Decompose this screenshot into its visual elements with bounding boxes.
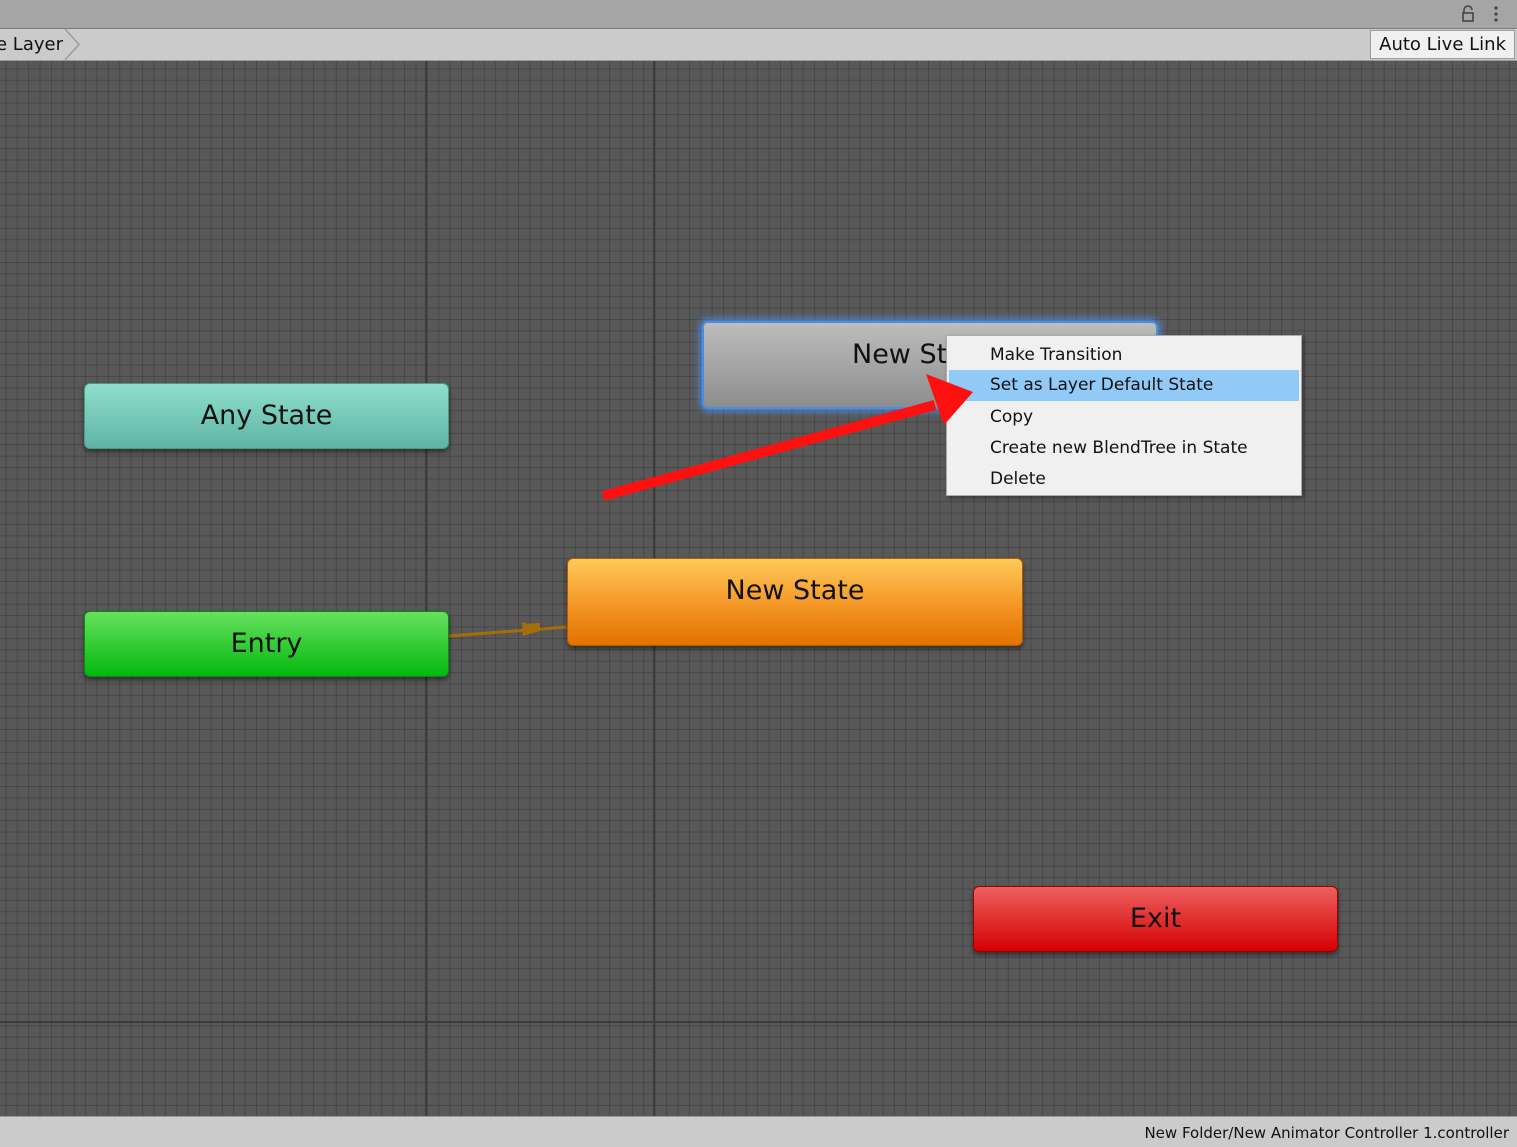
entry-node[interactable]: Entry: [84, 611, 449, 677]
state-context-menu: Make Transition Set as Layer Default Sta…: [946, 335, 1302, 496]
grid-major-line: [425, 61, 427, 1116]
grid-major-line: [0, 1021, 1517, 1023]
menu-item-make-transition[interactable]: Make Transition: [949, 340, 1299, 371]
exit-label: Exit: [1129, 903, 1182, 934]
breadcrumb-label: e Layer: [0, 34, 63, 55]
menu-item-create-blendtree[interactable]: Create new BlendTree in State: [949, 433, 1299, 464]
menu-item-delete[interactable]: Delete: [949, 464, 1299, 495]
animator-toolbar: e Layer Auto Live Link: [0, 29, 1517, 61]
controller-path: New Folder/New Animator Controller 1.con…: [1144, 1124, 1509, 1142]
breadcrumb-chevron-icon: [64, 29, 80, 60]
exit-node[interactable]: Exit: [973, 886, 1338, 952]
default-state-label: New State: [725, 575, 865, 606]
menu-item-set-default-state[interactable]: Set as Layer Default State: [949, 370, 1299, 401]
auto-live-link-button[interactable]: Auto Live Link: [1370, 30, 1515, 59]
entry-label: Entry: [230, 628, 303, 659]
status-bar: New Folder/New Animator Controller 1.con…: [0, 1116, 1517, 1147]
animator-graph-canvas[interactable]: Any State Entry New State New St Exit: [0, 61, 1517, 1116]
any-state-label: Any State: [200, 400, 333, 431]
menu-item-copy[interactable]: Copy: [949, 402, 1299, 433]
lock-icon[interactable]: [1460, 5, 1476, 23]
kebab-menu-icon[interactable]: [1488, 5, 1504, 23]
default-state-node[interactable]: New State: [567, 558, 1023, 646]
any-state-node[interactable]: Any State: [84, 383, 449, 449]
window-header: [0, 0, 1517, 29]
layer-breadcrumb[interactable]: e Layer: [0, 29, 84, 60]
